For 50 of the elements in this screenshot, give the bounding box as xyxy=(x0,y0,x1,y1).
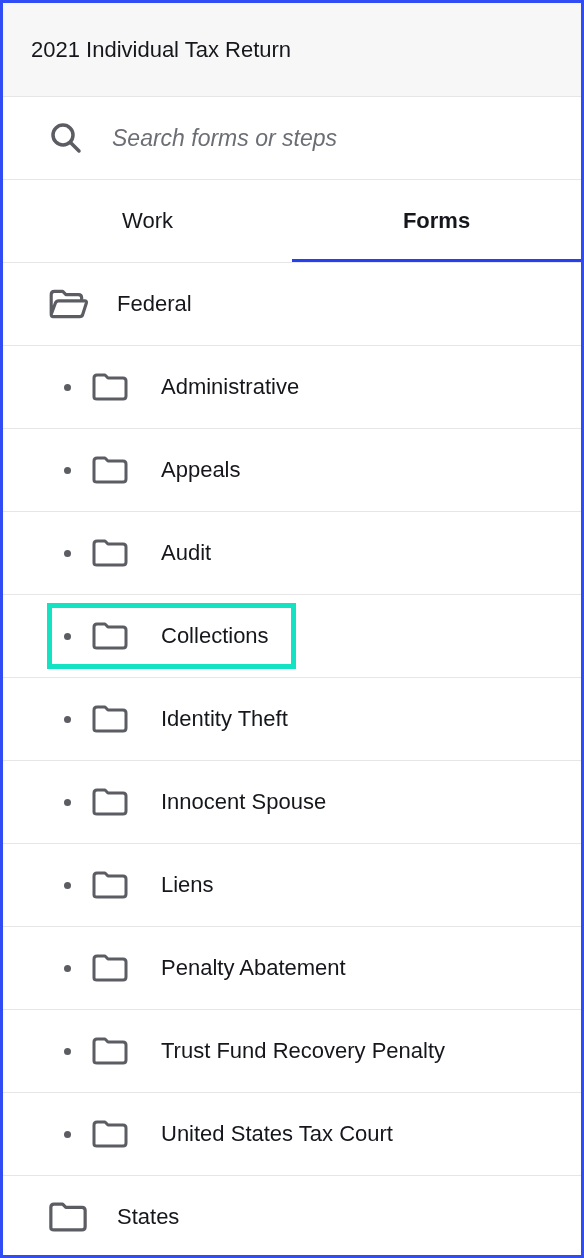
tree-item[interactable]: Federal xyxy=(3,263,581,346)
tree-item[interactable]: Collections xyxy=(47,603,296,669)
bullet-icon xyxy=(64,1130,71,1138)
bullet-icon xyxy=(64,881,71,889)
folder-icon xyxy=(92,705,128,733)
search-icon xyxy=(50,122,82,154)
folder-label: Innocent Spouse xyxy=(161,789,327,815)
tree-item[interactable]: Audit xyxy=(47,520,239,586)
tree-item[interactable]: States xyxy=(3,1176,581,1255)
folder-icon xyxy=(92,1120,128,1148)
folder-label: United States Tax Court xyxy=(161,1121,393,1147)
tab[interactable]: Forms xyxy=(292,180,581,262)
folder-icon xyxy=(92,456,128,484)
tree-item[interactable]: United States Tax Court xyxy=(47,1101,420,1167)
folder-icon xyxy=(92,1037,128,1065)
folder-label: Liens xyxy=(161,872,214,898)
bullet-icon xyxy=(64,798,71,806)
folder-icon xyxy=(92,954,128,982)
tree-item[interactable]: Trust Fund Recovery Penalty xyxy=(47,1018,473,1084)
bullet-icon xyxy=(64,632,71,640)
bullet-icon xyxy=(64,1047,71,1055)
bullet-icon xyxy=(64,715,71,723)
header-title: 2021 Individual Tax Return xyxy=(31,36,292,63)
tree-item[interactable]: Innocent Spouse xyxy=(47,769,354,835)
folder-label: Administrative xyxy=(161,374,300,400)
folder-icon xyxy=(92,788,128,816)
folder-label: Audit xyxy=(161,540,212,566)
open-folder-icon xyxy=(47,289,89,319)
tab[interactable]: Work xyxy=(3,180,292,262)
tree-item[interactable]: Liens xyxy=(47,852,241,918)
folder-label: Collections xyxy=(161,623,269,649)
bullet-icon xyxy=(64,466,71,474)
tree-item[interactable]: Appeals xyxy=(47,437,268,503)
folder-icon xyxy=(92,622,128,650)
folder-label: Penalty Abatement xyxy=(161,955,346,981)
tree-item[interactable]: Identity Theft xyxy=(47,686,315,752)
folder-label: Federal xyxy=(117,291,192,317)
folder-label: Trust Fund Recovery Penalty xyxy=(161,1038,446,1064)
bullet-icon xyxy=(64,383,71,391)
folder-label: Appeals xyxy=(161,457,241,483)
tree-item[interactable]: Administrative xyxy=(47,354,327,420)
folder-icon xyxy=(47,1202,89,1232)
folder-icon xyxy=(92,539,128,567)
folder-label: States xyxy=(117,1204,180,1230)
folder-icon xyxy=(92,373,128,401)
bullet-icon xyxy=(64,549,71,557)
folder-icon xyxy=(92,871,128,899)
tree-item[interactable]: Penalty Abatement xyxy=(47,935,373,1001)
bullet-icon xyxy=(64,964,71,972)
folder-label: Identity Theft xyxy=(161,706,288,732)
